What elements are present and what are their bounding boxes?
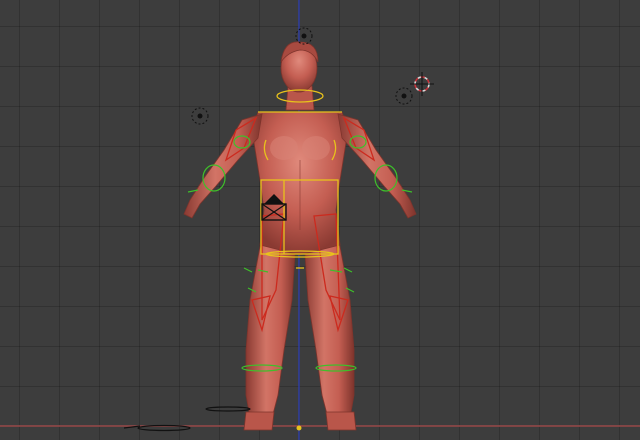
left-leg xyxy=(245,235,297,419)
lamp-icon-left[interactable] xyxy=(191,107,209,125)
right-foot xyxy=(325,411,357,431)
left-foot xyxy=(243,411,275,431)
origin-point xyxy=(296,425,302,431)
ground-curves xyxy=(123,406,251,432)
character-mesh[interactable] xyxy=(183,41,417,431)
3d-viewport[interactable] xyxy=(0,0,640,440)
right-arm xyxy=(337,113,417,219)
left-arm xyxy=(183,113,263,219)
right-leg xyxy=(303,235,355,419)
lamp-icon-right[interactable] xyxy=(395,87,413,105)
viewport-canvas[interactable] xyxy=(0,0,640,440)
3d-cursor-icon[interactable] xyxy=(410,72,434,96)
